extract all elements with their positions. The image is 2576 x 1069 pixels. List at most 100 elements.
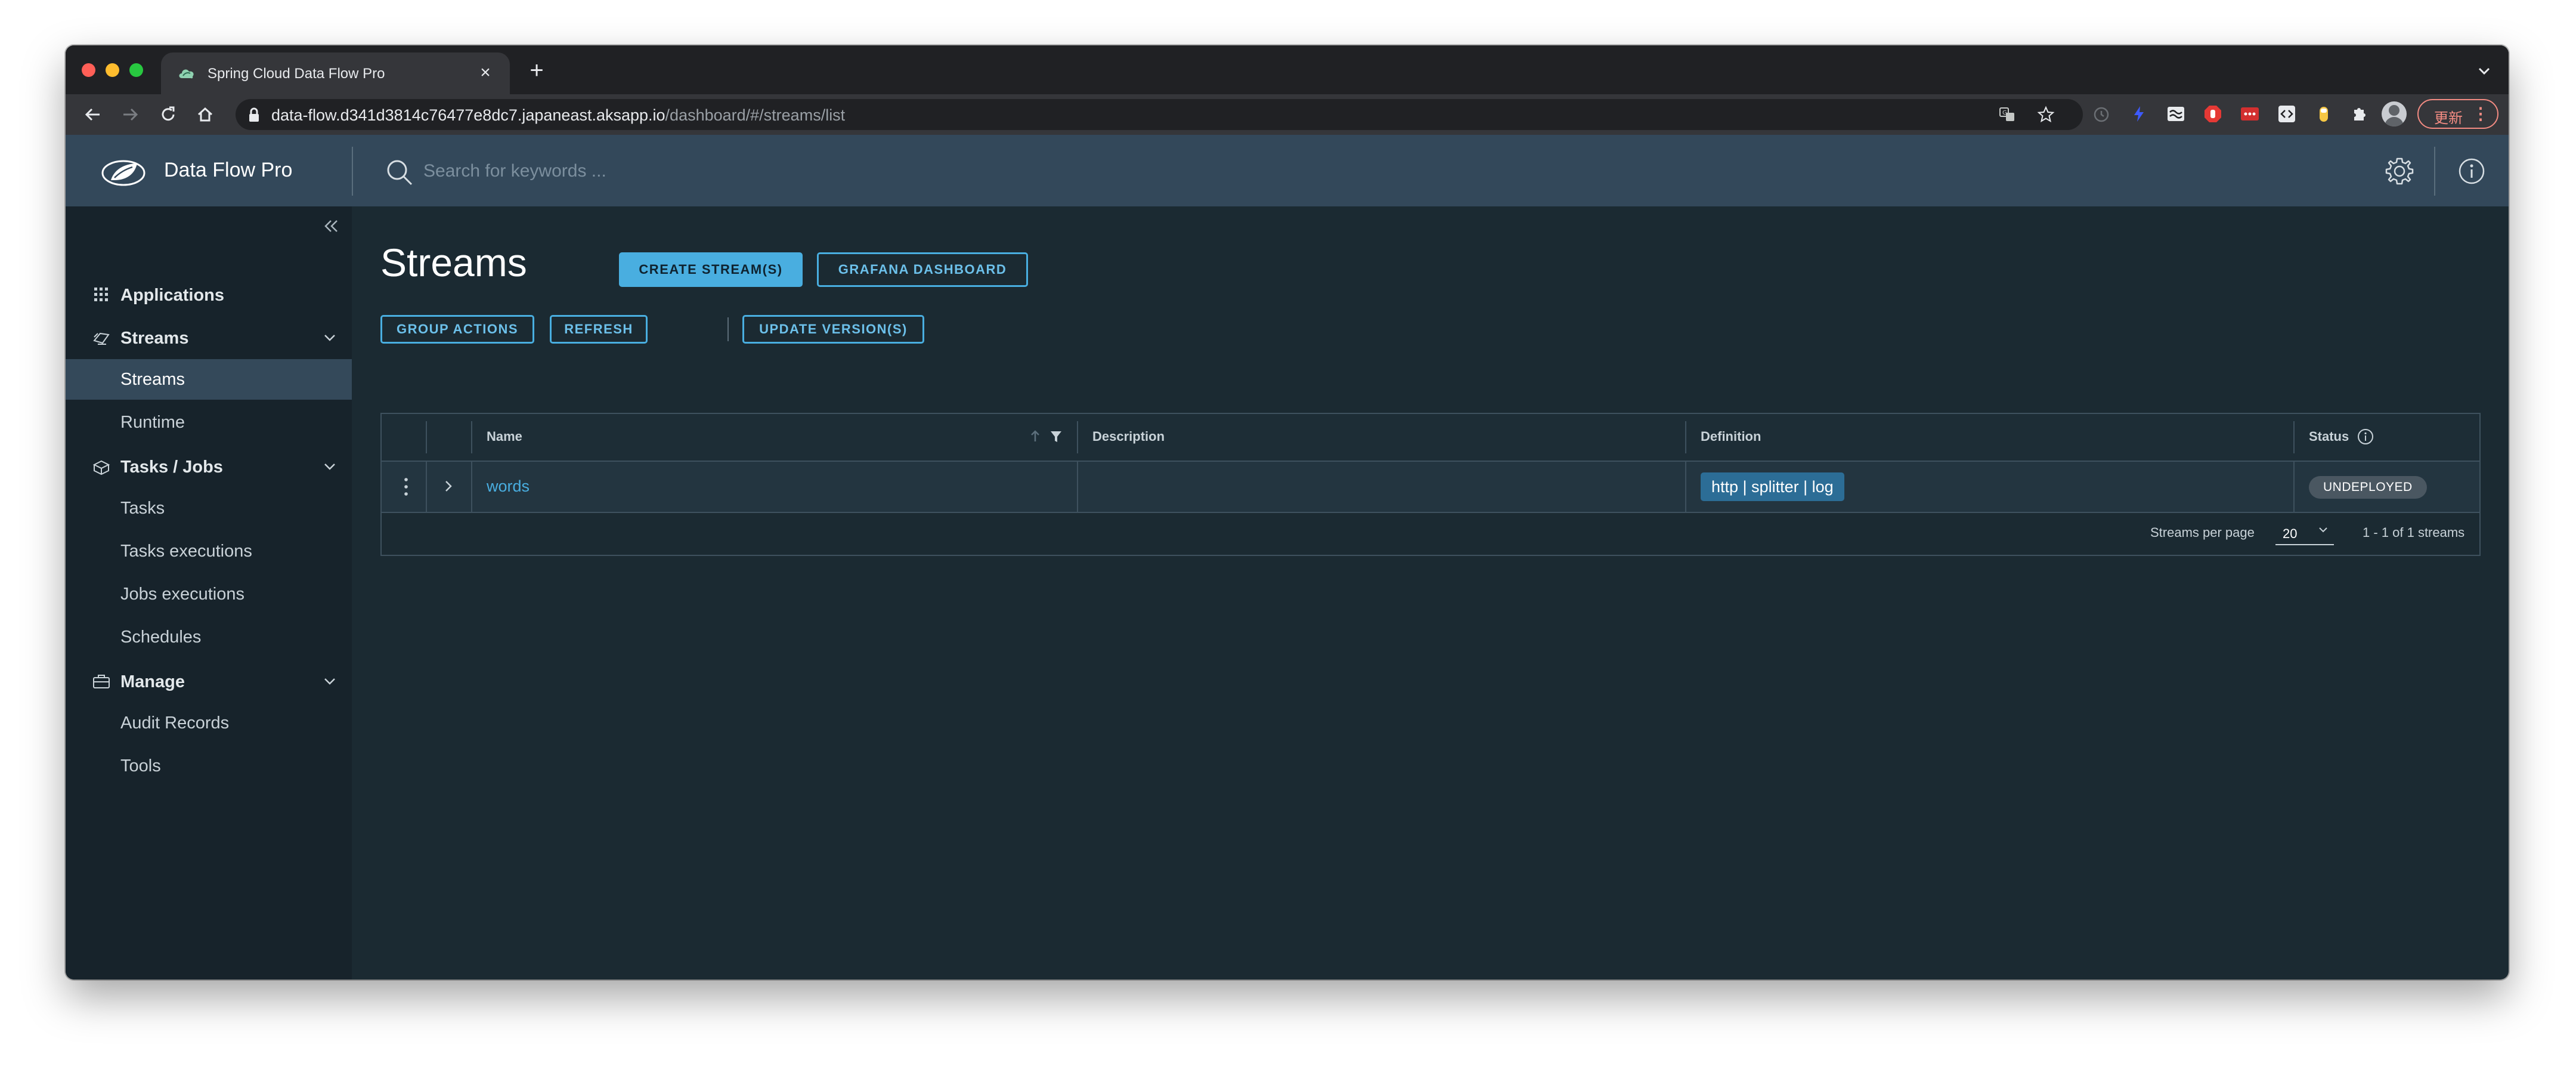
sidebar-item-label: Tools <box>120 756 161 776</box>
sidebar-group-tasks-jobs[interactable]: Tasks / Jobs <box>66 448 352 485</box>
column-divider <box>471 421 472 453</box>
sort-arrow-up-icon[interactable] <box>1030 428 1041 444</box>
chevron-down-icon <box>324 464 335 470</box>
sidebar-group-streams[interactable]: Streams <box>66 319 352 356</box>
extensions-puzzle-icon[interactable] <box>2349 104 2370 124</box>
group-actions-button[interactable]: GROUP ACTIONS <box>380 315 534 344</box>
timer-extension-icon[interactable] <box>2091 104 2111 124</box>
sidebar-group-label: Tasks / Jobs <box>120 458 223 477</box>
home-icon[interactable] <box>193 103 217 126</box>
pagination-range: 1 - 1 of 1 streams <box>2363 525 2465 540</box>
code-extension-icon[interactable] <box>2277 104 2297 124</box>
page-title: Streams <box>380 240 527 285</box>
column-divider <box>1077 421 1078 453</box>
update-versions-button[interactable]: UPDATE VERSION(S) <box>742 315 924 344</box>
stream-definition-badge[interactable]: http | splitter | log <box>1701 472 1844 501</box>
translate-icon[interactable]: G <box>1998 105 2017 124</box>
column-header-name[interactable]: Name <box>487 429 522 444</box>
streams-table: Name Description Definition Status words… <box>380 413 2481 556</box>
sidebar-item-label: Schedules <box>120 628 202 647</box>
lastpass-extension-icon[interactable] <box>2240 104 2260 124</box>
tab-title: Spring Cloud Data Flow Pro <box>208 66 385 82</box>
back-icon[interactable] <box>81 103 105 126</box>
app-header: Data Flow Pro <box>66 135 2509 206</box>
toolbar-divider <box>727 317 729 341</box>
chevron-down-icon <box>324 678 335 685</box>
more-vert-icon[interactable] <box>400 474 413 500</box>
gear-icon[interactable] <box>2383 155 2416 187</box>
sidebar-item-audit-records[interactable]: Audit Records <box>66 703 352 743</box>
column-divider <box>2293 462 2295 512</box>
bookmark-star-icon[interactable] <box>2036 105 2055 124</box>
reload-icon[interactable] <box>156 103 180 126</box>
table-header: Name Description Definition Status <box>382 414 2479 462</box>
sidebar-item-tools[interactable]: Tools <box>66 746 352 786</box>
info-icon[interactable] <box>2357 428 2374 446</box>
chevron-down-icon[interactable] <box>2474 61 2494 81</box>
header-divider <box>352 147 353 196</box>
forward-icon[interactable] <box>118 103 142 126</box>
status-badge: UNDEPLOYED <box>2309 476 2427 499</box>
url-path: /dashboard/#/streams/list <box>665 106 846 124</box>
profile-avatar[interactable] <box>2382 101 2407 126</box>
sidebar-group-label: Streams <box>120 329 189 348</box>
table-row[interactable]: words http | splitter | log UNDEPLOYED <box>382 462 2479 513</box>
spring-logo-icon[interactable] <box>100 154 147 187</box>
address-bar[interactable]: data-flow.d341d3814c76477e8dc7.japaneast… <box>236 99 2083 130</box>
browser-toolbar: data-flow.d341d3814c76477e8dc7.japaneast… <box>66 94 2509 135</box>
sidebar-item-label: Audit Records <box>120 713 230 733</box>
window-close-button[interactable] <box>82 63 95 77</box>
sidebar-group-label: Manage <box>120 672 185 691</box>
sidebar-item-schedules[interactable]: Schedules <box>66 617 352 657</box>
sidebar-item-label: Jobs executions <box>120 585 244 604</box>
window-minimize-button[interactable] <box>106 63 119 77</box>
sidebar-item-label: Applications <box>120 286 225 305</box>
sidebar-group-manage[interactable]: Manage <box>66 663 352 700</box>
svg-text:G: G <box>2002 110 2007 116</box>
lock-icon[interactable] <box>247 107 261 123</box>
sidebar-item-label: Tasks executions <box>120 542 252 561</box>
per-page-value: 20 <box>2283 526 2298 541</box>
search-icon <box>387 160 413 186</box>
per-page-select[interactable]: 20 <box>2275 519 2334 545</box>
browser-update-button[interactable]: 更新 ⋮ <box>2417 99 2498 129</box>
column-header-definition[interactable]: Definition <box>1701 429 1761 444</box>
wave-extension-icon[interactable] <box>2166 104 2186 124</box>
stream-name-link[interactable]: words <box>487 477 530 496</box>
chevron-right-icon[interactable] <box>441 477 456 495</box>
tab-strip: Spring Cloud Data Flow Pro × + <box>66 45 2509 94</box>
create-streams-button[interactable]: CREATE STREAM(S) <box>619 252 803 287</box>
brand-title[interactable]: Data Flow Pro <box>164 159 292 182</box>
sidebar-item-streams[interactable]: Streams <box>66 359 352 400</box>
sidebar-item-jobs-executions[interactable]: Jobs executions <box>66 574 352 614</box>
window-maximize-button[interactable] <box>129 63 143 77</box>
sidebar: Applications Streams Streams Runtime Tas… <box>66 206 352 980</box>
column-header-description[interactable]: Description <box>1092 429 1165 444</box>
column-divider <box>2293 421 2295 453</box>
honey-extension-icon[interactable] <box>2314 104 2334 124</box>
browser-tab[interactable]: Spring Cloud Data Flow Pro × <box>161 52 510 94</box>
tasks-icon <box>92 460 110 475</box>
search-input[interactable] <box>422 154 961 189</box>
filter-icon[interactable] <box>1049 430 1063 444</box>
column-header-status[interactable]: Status <box>2309 429 2349 444</box>
sidebar-item-tasks-executions[interactable]: Tasks executions <box>66 531 352 571</box>
bolt-extension-icon[interactable] <box>2129 104 2149 124</box>
column-divider <box>426 462 427 512</box>
column-divider <box>1685 421 1686 453</box>
sidebar-item-label: Tasks <box>120 499 165 518</box>
stop-extension-icon[interactable] <box>2203 104 2223 124</box>
double-chevron-left-icon[interactable] <box>321 216 341 236</box>
refresh-button[interactable]: REFRESH <box>550 315 648 344</box>
sidebar-item-label: Runtime <box>120 413 185 432</box>
info-icon[interactable] <box>2456 155 2488 187</box>
grafana-dashboard-button[interactable]: GRAFANA DASHBOARD <box>817 252 1028 287</box>
url-text[interactable]: data-flow.d341d3814c76477e8dc7.japaneast… <box>271 106 845 125</box>
sidebar-item-runtime[interactable]: Runtime <box>66 402 352 443</box>
sidebar-item-tasks[interactable]: Tasks <box>66 488 352 529</box>
sidebar-item-applications[interactable]: Applications <box>66 276 352 313</box>
chevron-down-icon <box>2319 527 2327 533</box>
tab-close-icon[interactable]: × <box>474 61 497 84</box>
new-tab-icon[interactable]: + <box>525 58 549 82</box>
main-content: Streams CREATE STREAM(S) GRAFANA DASHBOA… <box>352 206 2509 980</box>
